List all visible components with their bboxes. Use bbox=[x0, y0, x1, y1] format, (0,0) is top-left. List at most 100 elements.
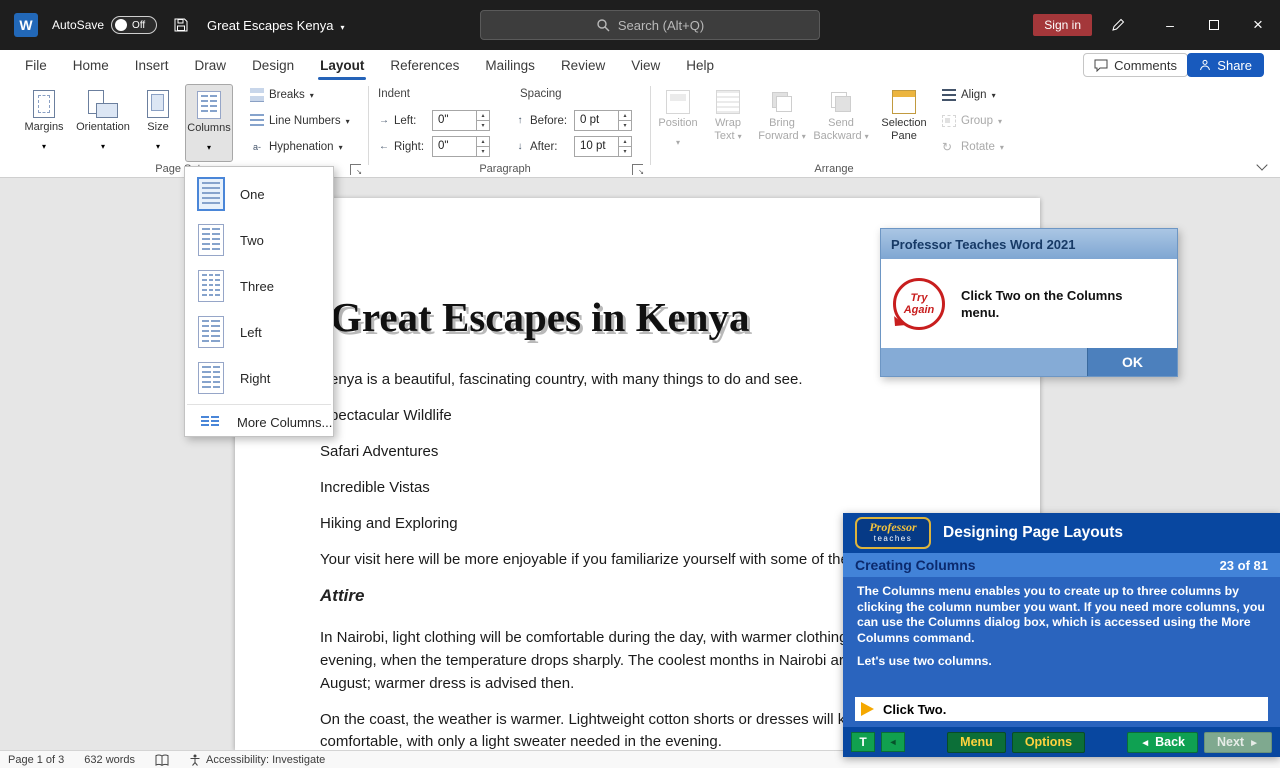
doc-line[interactable]: Safari Adventures bbox=[320, 443, 438, 460]
margins-button[interactable]: Margins bbox=[20, 84, 68, 162]
collapse-ribbon-icon[interactable] bbox=[1256, 159, 1267, 170]
next-button: Next bbox=[1204, 732, 1272, 753]
minimize-button[interactable] bbox=[1148, 0, 1192, 50]
indent-right-input[interactable]: 0" bbox=[432, 136, 490, 157]
columns-icon bbox=[197, 91, 221, 119]
group-icon bbox=[942, 115, 956, 127]
more-columns-item[interactable]: More Columns... bbox=[185, 408, 333, 436]
options-button[interactable]: Options bbox=[1012, 732, 1085, 753]
columns-menu-item-right[interactable]: Right bbox=[185, 355, 333, 401]
play-arrow-icon bbox=[861, 702, 874, 716]
doc-title-text[interactable]: Great Escapes in Kenya bbox=[330, 293, 750, 341]
doc-line[interactable]: August; warmer dress is advised then. bbox=[320, 675, 574, 692]
spin-up-button[interactable] bbox=[477, 111, 489, 121]
chevron-down-icon bbox=[676, 133, 680, 148]
page-indicator[interactable]: Page 1 of 3 bbox=[8, 754, 64, 766]
columns-menu-item-left[interactable]: Left bbox=[185, 309, 333, 355]
breaks-button[interactable]: Breaks bbox=[246, 84, 318, 106]
save-icon[interactable] bbox=[173, 17, 189, 33]
audio-button[interactable] bbox=[881, 732, 905, 752]
doc-line[interactable]: Spectacular Wildlife bbox=[320, 407, 452, 424]
spin-down-button[interactable] bbox=[619, 147, 631, 156]
hyphenation-button[interactable]: Hyphenation bbox=[246, 136, 347, 158]
autosave-control[interactable]: AutoSave Off bbox=[52, 16, 157, 34]
spin-up-button[interactable] bbox=[619, 111, 631, 121]
doc-line[interactable]: Kenya is a beautiful, fascinating countr… bbox=[320, 371, 803, 388]
columns-menu-item-three[interactable]: Three bbox=[185, 263, 333, 309]
doc-heading-attire[interactable]: Attire bbox=[320, 586, 364, 606]
line-numbers-button[interactable]: Line Numbers bbox=[246, 110, 354, 132]
paragraph-dialog-launcher[interactable] bbox=[632, 164, 643, 175]
chevron-down-icon bbox=[101, 137, 105, 152]
chevron-down-icon bbox=[156, 137, 160, 152]
doc-line[interactable]: comfortable, with only a light sweater n… bbox=[320, 733, 722, 750]
tab-review[interactable]: Review bbox=[548, 50, 618, 80]
orientation-button[interactable]: Orientation bbox=[72, 84, 134, 162]
bring-forward-button: Bring Forward bbox=[756, 84, 808, 162]
tab-design[interactable]: Design bbox=[239, 50, 307, 80]
indent-right-icon: ← bbox=[378, 141, 390, 152]
spin-up-button[interactable] bbox=[477, 137, 489, 147]
doc-line[interactable]: Hiking and Exploring bbox=[320, 515, 458, 532]
columns-menu-item-one[interactable]: One bbox=[185, 171, 333, 217]
action-text: Click Two. bbox=[883, 702, 946, 717]
align-icon bbox=[942, 89, 956, 101]
selection-pane-button[interactable]: Selection Pane bbox=[876, 84, 932, 162]
proofing-icon[interactable] bbox=[155, 754, 169, 766]
tab-mailings[interactable]: Mailings bbox=[472, 50, 548, 80]
spacing-after-input[interactable]: 10 pt bbox=[574, 136, 632, 157]
spin-down-button[interactable] bbox=[619, 121, 631, 130]
tab-layout[interactable]: Layout bbox=[307, 50, 377, 80]
columns-menu-item-two[interactable]: Two bbox=[185, 217, 333, 263]
word-count[interactable]: 632 words bbox=[84, 754, 135, 766]
maximize-icon bbox=[1209, 20, 1219, 30]
chevron-down-icon bbox=[346, 115, 350, 127]
comments-button[interactable]: Comments bbox=[1083, 53, 1188, 77]
spacing-before-input[interactable]: 0 pt bbox=[574, 110, 632, 131]
doc-line[interactable]: On the coast, the weather is warmer. Lig… bbox=[320, 711, 845, 728]
share-button[interactable]: Share bbox=[1187, 53, 1264, 77]
tutorial-panel: Professor teaches Designing Page Layouts… bbox=[843, 513, 1280, 757]
tab-file[interactable]: File bbox=[12, 50, 60, 80]
search-input[interactable]: Search (Alt+Q) bbox=[480, 10, 820, 40]
sign-in-button[interactable]: Sign in bbox=[1033, 14, 1092, 36]
spin-up-button[interactable] bbox=[619, 137, 631, 147]
document-title-menu[interactable]: Great Escapes Kenya bbox=[207, 18, 344, 33]
page-setup-dialog-launcher[interactable] bbox=[350, 164, 361, 175]
margins-icon bbox=[33, 90, 55, 118]
menu-button[interactable]: Menu bbox=[947, 732, 1006, 753]
tab-references[interactable]: References bbox=[377, 50, 472, 80]
size-button[interactable]: Size bbox=[138, 84, 178, 162]
ok-button[interactable]: OK bbox=[1087, 348, 1177, 376]
doc-line[interactable]: In Nairobi, light clothing will be comfo… bbox=[320, 629, 847, 646]
text-mode-button[interactable]: T bbox=[851, 732, 875, 752]
doc-line[interactable]: Your visit here will be more enjoyable i… bbox=[320, 551, 849, 568]
columns-button[interactable]: Columns bbox=[185, 84, 233, 162]
tab-home[interactable]: Home bbox=[60, 50, 122, 80]
paragraph-group-label: Paragraph bbox=[380, 163, 630, 175]
doc-line[interactable]: Incredible Vistas bbox=[320, 479, 430, 496]
tab-view[interactable]: View bbox=[618, 50, 673, 80]
indent-left-input[interactable]: 0" bbox=[432, 110, 490, 131]
rotate-button: Rotate bbox=[938, 136, 1008, 158]
back-button[interactable]: Back bbox=[1127, 732, 1198, 753]
size-icon bbox=[147, 90, 169, 118]
position-icon bbox=[666, 90, 690, 114]
spacing-before-row: ↑ Before: 0 pt bbox=[514, 110, 632, 131]
ribbon-tab-bar: File Home Insert Draw Design Layout Refe… bbox=[0, 50, 1280, 80]
pen-icon[interactable] bbox=[1110, 17, 1126, 33]
doc-line[interactable]: evening, when the temperature drops shar… bbox=[320, 652, 852, 669]
indent-left-icon: → bbox=[378, 115, 390, 126]
tab-draw[interactable]: Draw bbox=[182, 50, 240, 80]
comments-label: Comments bbox=[1114, 58, 1177, 73]
maximize-button[interactable] bbox=[1192, 0, 1236, 50]
close-button[interactable] bbox=[1236, 0, 1280, 50]
accessibility-status[interactable]: Accessibility: Investigate bbox=[189, 754, 325, 766]
autosave-toggle[interactable]: Off bbox=[111, 16, 157, 34]
tab-help[interactable]: Help bbox=[673, 50, 727, 80]
ribbon-layout-panel: Margins Orientation Size Columns Breaks … bbox=[0, 80, 1280, 178]
align-button[interactable]: Align bbox=[938, 84, 1000, 106]
spin-down-button[interactable] bbox=[477, 121, 489, 130]
tab-insert[interactable]: Insert bbox=[122, 50, 182, 80]
spin-down-button[interactable] bbox=[477, 147, 489, 156]
